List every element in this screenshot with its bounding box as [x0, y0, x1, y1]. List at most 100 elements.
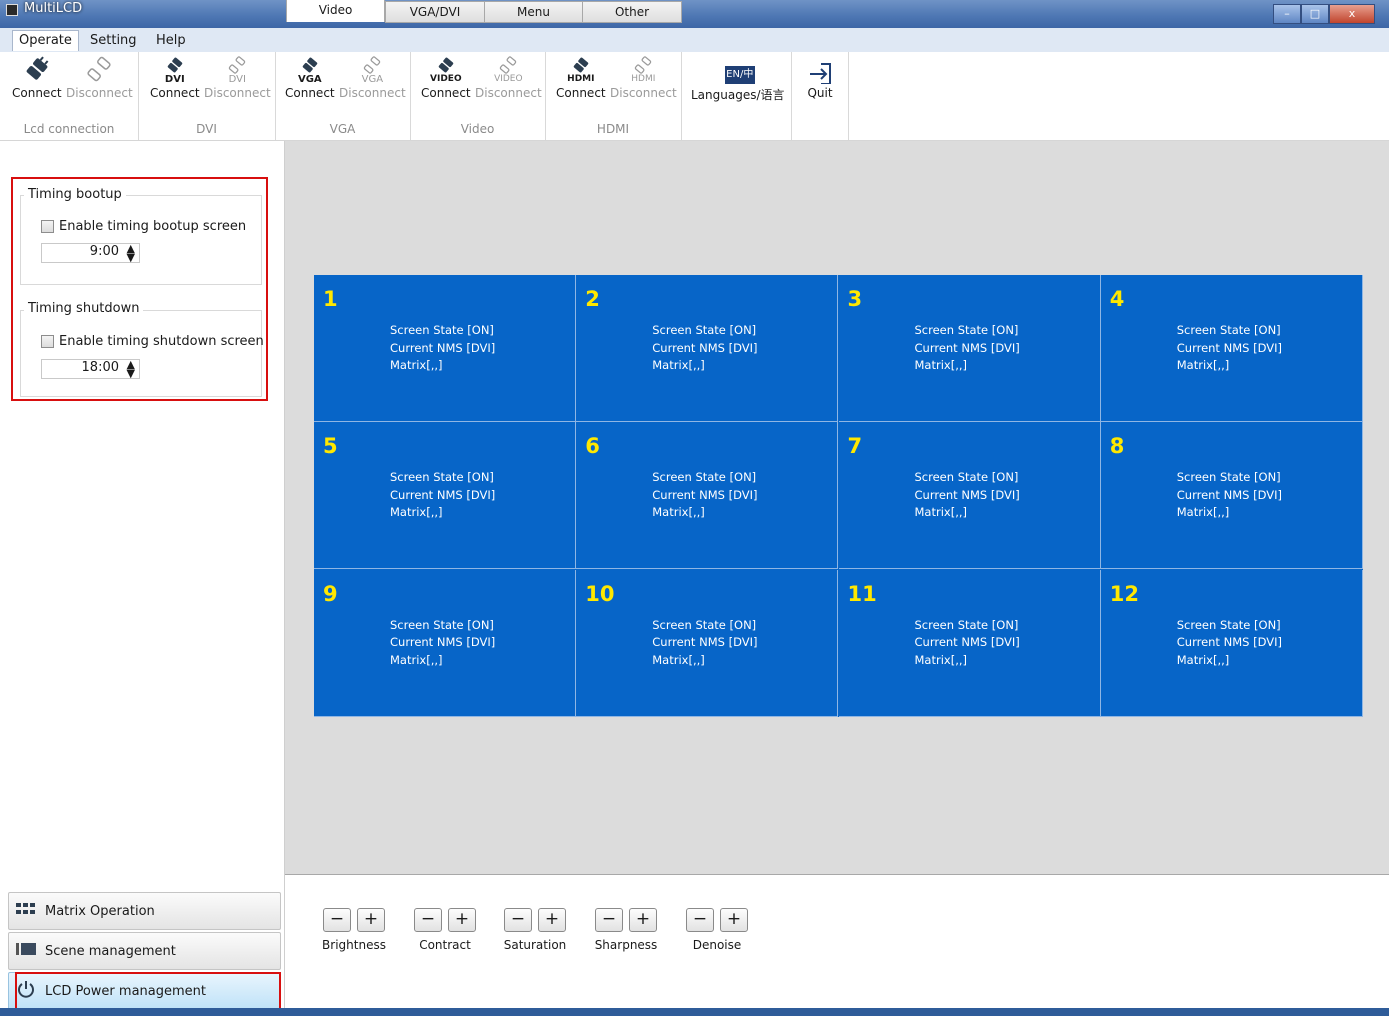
contract-increase-button[interactable]: + [448, 908, 476, 932]
screen-cell[interactable]: 1 Screen State [ON] Current NMS [DVI] Matri… [314, 275, 576, 422]
hdmi-disconnect-sub: HDMI [631, 74, 656, 84]
screen-info: Screen State [ON] Current NMS [DVI] Matrix… [1177, 617, 1282, 670]
hdmi-disconnect-label: Disconnect [610, 86, 677, 100]
screen-cell[interactable]: 10 Screen State [ON] Current NMS [DVI] Matr… [576, 569, 839, 717]
screen-cell[interactable]: 11 Screen State [ON] Current NMS [DVI] Matr… [838, 569, 1101, 717]
screen-cell[interactable]: 5 Screen State [ON] Current NMS [DVI] Matri… [314, 422, 576, 570]
dvi-disconnect-button[interactable]: DVI Disconnect [204, 56, 271, 100]
enable-bootup-checkbox[interactable]: Enable timing bootup screen [41, 219, 246, 234]
ribbon-group-title-hdmi: HDMI [545, 122, 681, 136]
enable-shutdown-checkbox[interactable]: Enable timing shutdown screen [41, 334, 264, 349]
screen-state: Screen State [ON] [914, 470, 1019, 485]
screen-current-nms: Current NMS [DVI] [914, 340, 1020, 355]
bottom-edge [0, 1008, 1389, 1016]
tab-other[interactable]: Other [582, 1, 682, 23]
screen-info: Screen State [ON] Current NMS [DVI] Matrix… [652, 469, 757, 522]
menu-setting[interactable]: Setting [84, 31, 143, 51]
ribbon-group-languages: EN/中 Languages/语言 [681, 52, 792, 140]
screen-state: Screen State [ON] [1176, 470, 1281, 485]
screen-current-nms: Current NMS [DVI] [1176, 635, 1282, 650]
maximize-button[interactable]: □ [1301, 4, 1329, 24]
nav-matrix-operation[interactable]: Matrix Operation [8, 892, 281, 930]
video-connect-button[interactable]: VIDEO Connect [421, 56, 471, 100]
screen-info: Screen State [ON] Current NMS [DVI] Matrix… [652, 322, 757, 375]
brightness-increase-button[interactable]: + [357, 908, 385, 932]
screen-info: Screen State [ON] Current NMS [DVI] Matrix… [1177, 469, 1282, 522]
lcd-disconnect-button[interactable]: Disconnect [66, 56, 133, 100]
screen-state: Screen State [ON] [1176, 323, 1281, 337]
saturation-increase-button[interactable]: + [538, 908, 566, 932]
menu-bar: Operate Setting Help [0, 28, 1389, 53]
saturation-decrease-button[interactable]: − [504, 908, 532, 932]
screen-cell[interactable]: 4 Screen State [ON] Current NMS [DVI] Matri… [1100, 275, 1363, 422]
brightness-decrease-button[interactable]: − [323, 908, 351, 932]
screen-cell[interactable]: 3 Screen State [ON] Current NMS [DVI] Matri… [838, 275, 1101, 422]
bootup-time-spinner[interactable]: 9:00 ▲ ▼ [41, 243, 140, 263]
ribbon-group-video: VIDEO Connect VIDEO Disconnect Video [410, 52, 546, 140]
minimize-button[interactable]: – [1273, 4, 1301, 24]
contract-control: − + Contract [410, 908, 480, 952]
lcd-connect-button[interactable]: Connect [12, 56, 62, 100]
ribbon-group-quit: Quit [791, 52, 849, 140]
sharpness-increase-button[interactable]: + [629, 908, 657, 932]
menu-help[interactable]: Help [150, 31, 192, 51]
sharpness-decrease-button[interactable]: − [595, 908, 623, 932]
screen-matrix: Matrix[,,] [652, 358, 705, 372]
screen-number: 10 [585, 581, 615, 606]
plug-connect-icon: DVI [155, 56, 195, 85]
timing-bootup-group [20, 195, 262, 285]
denoise-decrease-button[interactable]: − [686, 908, 714, 932]
dvi-connect-sub: DVI [164, 74, 185, 85]
screen-info: Screen State [ON] Current NMS [DVI] Matrix… [915, 469, 1020, 522]
contract-decrease-button[interactable]: − [414, 908, 442, 932]
tab-video[interactable]: Video [286, 0, 385, 22]
screen-cell[interactable]: 9 Screen State [ON] Current NMS [DVI] Matri… [314, 569, 576, 717]
hdmi-disconnect-button[interactable]: HDMI Disconnect [610, 56, 677, 100]
close-button[interactable]: x [1329, 4, 1375, 24]
plug-disconnect-icon: HDMI [623, 56, 663, 84]
title-bar: MultiLCD – □ x [0, 0, 1389, 28]
screen-cell[interactable]: 8 Screen State [ON] Current NMS [DVI] Matri… [1100, 422, 1363, 570]
nav-scene-management[interactable]: Scene management [8, 932, 281, 970]
tab-strip [285, 853, 1389, 875]
ribbon-group-dvi: DVI Connect DVI Disconnect DVI [138, 52, 276, 140]
vga-connect-button[interactable]: VGA Connect [285, 56, 335, 100]
denoise-label: Denoise [692, 938, 742, 952]
tab-menu[interactable]: Menu [484, 1, 583, 23]
nav-matrix-label: Matrix Operation [45, 903, 155, 919]
shutdown-time-spinner[interactable]: 18:00 ▲ ▼ [41, 359, 140, 379]
denoise-increase-button[interactable]: + [720, 908, 748, 932]
screen-state: Screen State [ON] [914, 323, 1019, 337]
window-title: MultiLCD [24, 1, 83, 16]
screen-number: 9 [323, 581, 338, 606]
ribbon-group-title-lcd: Lcd connection [23, 122, 115, 136]
screen-cell[interactable]: 12 Screen State [ON] Current NMS [DVI] Matr… [1100, 569, 1363, 717]
spinner-arrows-icon[interactable]: ▲ ▼ [127, 243, 135, 263]
menu-operate[interactable]: Operate [12, 30, 79, 51]
shutdown-time-value: 18:00 [81, 360, 119, 375]
bootup-time-value: 9:00 [89, 244, 119, 259]
exit-icon [800, 56, 840, 85]
tab-vga-dvi[interactable]: VGA/DVI [385, 1, 485, 23]
screen-number: 5 [323, 434, 338, 459]
vga-disconnect-button[interactable]: VGA Disconnect [339, 56, 406, 100]
ribbon-group-vga: VGA Connect VGA Disconnect VGA [275, 52, 411, 140]
screen-matrix: Matrix[,,] [1176, 652, 1230, 667]
spinner-arrows-icon[interactable]: ▲ ▼ [127, 359, 135, 379]
quit-label: Quit [807, 86, 833, 100]
screen-state: Screen State [ON] [1176, 617, 1281, 632]
languages-button[interactable]: EN/中 Languages/语言 [691, 56, 785, 103]
video-disconnect-button[interactable]: VIDEO Disconnect [475, 56, 542, 100]
screen-current-nms: Current NMS [DVI] [1176, 340, 1282, 355]
screen-cell[interactable]: 2 Screen State [ON] Current NMS [DVI] Matri… [576, 275, 839, 422]
screen-cell[interactable]: 6 Screen State [ON] Current NMS [DVI] Matri… [576, 422, 839, 570]
quit-button[interactable]: Quit [800, 56, 840, 100]
screen-cell[interactable]: 7 Screen State [ON] Current NMS [DVI] Matri… [838, 422, 1101, 570]
language-icon-text: EN/中 [724, 66, 755, 84]
sharpness-control: − + Sharpness [591, 908, 661, 952]
saturation-control: − + Saturation [500, 908, 570, 952]
hdmi-connect-button[interactable]: HDMI Connect [556, 56, 606, 100]
ribbon-group-title-dvi: DVI [196, 122, 217, 136]
dvi-connect-button[interactable]: DVI Connect [150, 56, 200, 100]
screen-number: 8 [1109, 434, 1125, 459]
